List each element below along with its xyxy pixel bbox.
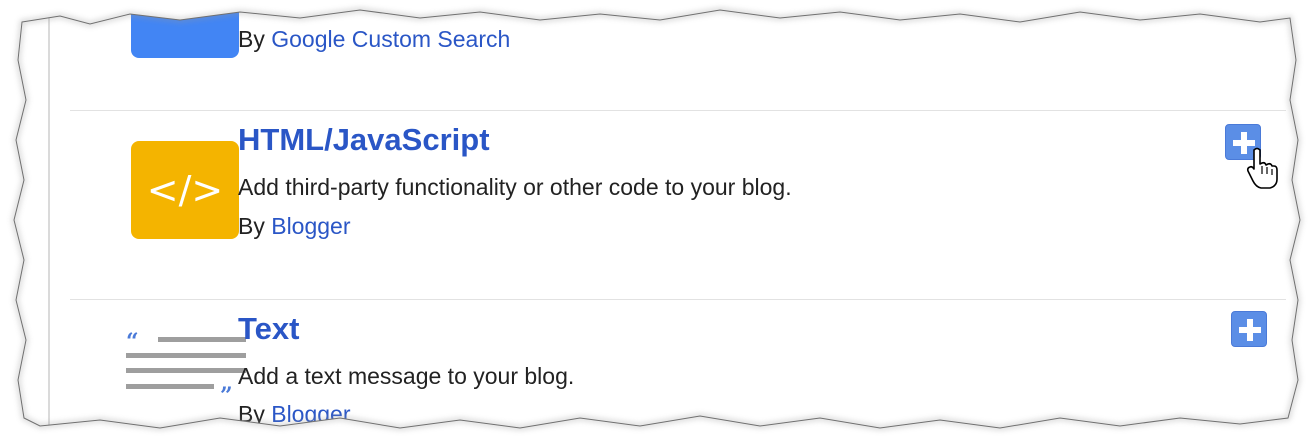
author-prefix: By: [238, 401, 265, 427]
author-link-blogger[interactable]: Blogger: [271, 213, 350, 239]
plus-icon: [1239, 319, 1261, 341]
author-link-blogger[interactable]: Blogger: [271, 401, 350, 427]
gadget-author-line: By Blogger: [238, 213, 351, 240]
left-border: [48, 0, 50, 439]
text-document-icon: “ ”: [124, 329, 248, 409]
gadget-title-html-javascript[interactable]: HTML/JavaScript: [238, 122, 490, 158]
svg-text:”: ”: [220, 383, 233, 401]
add-gadget-button[interactable]: [1231, 311, 1267, 347]
search-icon: [131, 0, 239, 58]
author-prefix: By: [238, 26, 265, 52]
gadget-title-text[interactable]: Text: [238, 311, 299, 347]
hand-pointer-icon: [1245, 146, 1279, 190]
code-glyph: </>: [147, 168, 223, 212]
gadget-list: By Google Custom Search </> HTML/JavaScr…: [0, 0, 1314, 439]
author-link-google-custom-search[interactable]: Google Custom Search: [271, 26, 510, 52]
gadget-author-line: By Google Custom Search: [238, 26, 510, 53]
gadget-author-line: By Blogger: [238, 401, 351, 428]
divider: [70, 110, 1286, 111]
gadget-description: Add a text message to your blog.: [238, 363, 575, 389]
author-prefix: By: [238, 213, 265, 239]
gadget-description: Add third-party functionality or other c…: [238, 174, 792, 200]
divider: [70, 299, 1286, 300]
svg-text:“: “: [126, 331, 139, 355]
code-icon: </>: [131, 141, 239, 239]
